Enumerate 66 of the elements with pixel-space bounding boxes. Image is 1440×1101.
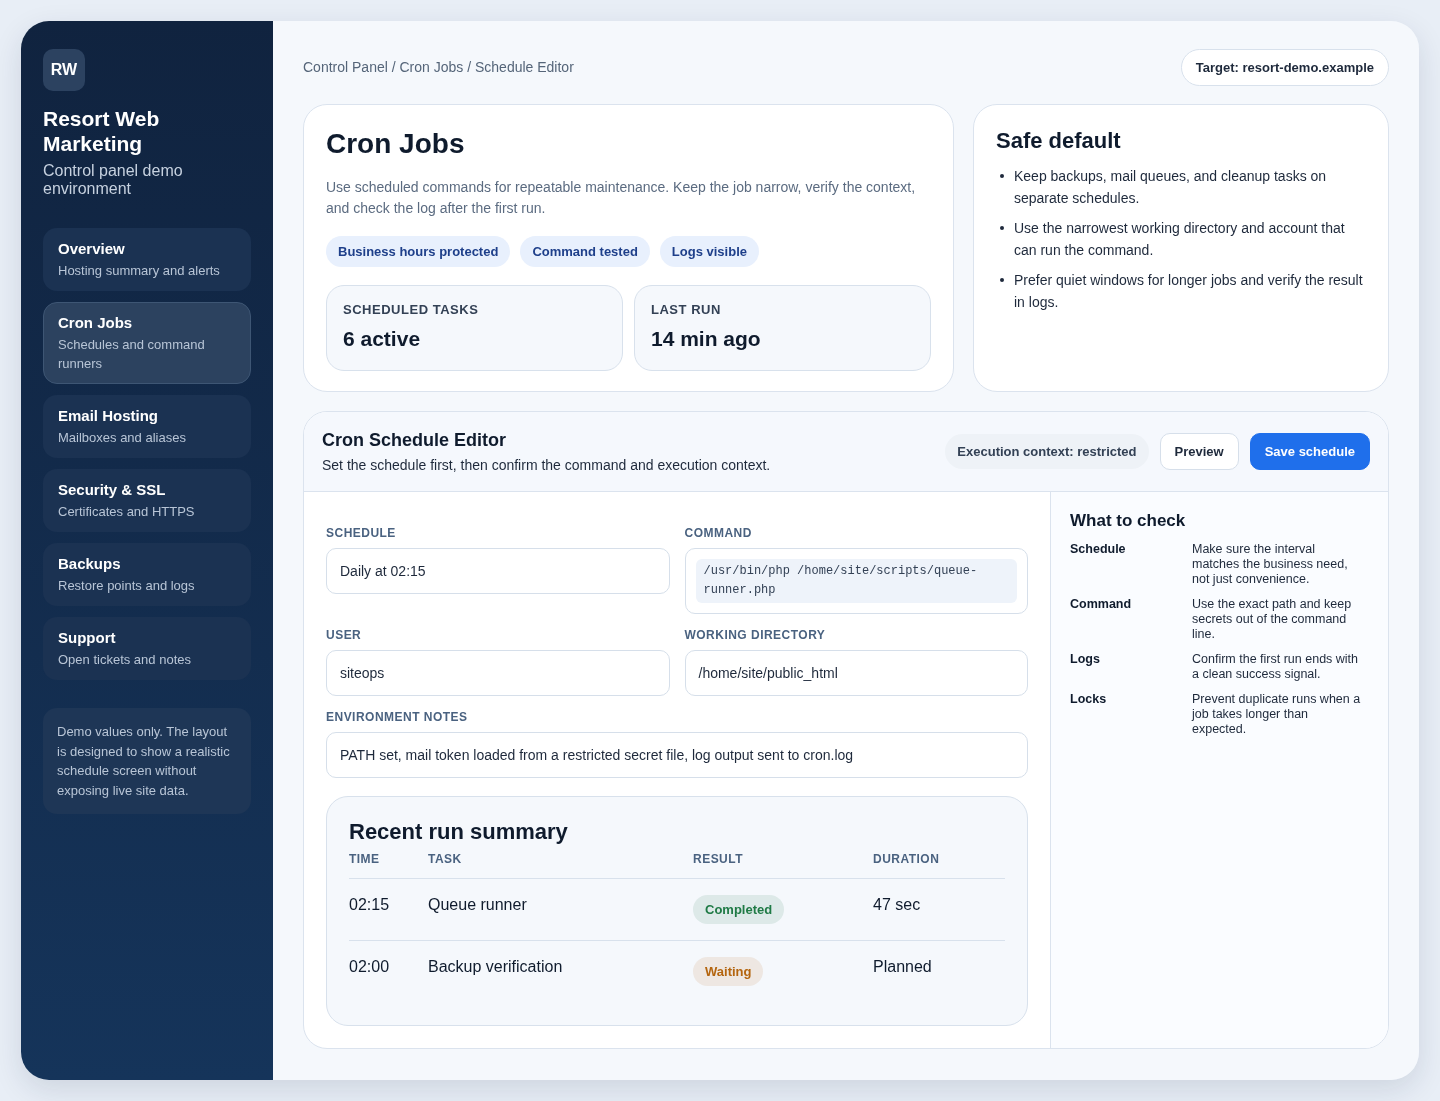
column-header: DURATION — [873, 852, 940, 866]
status-badge: Waiting — [693, 957, 764, 986]
brand-title: Resort Web Marketing — [43, 106, 161, 156]
bullet-icon — [1000, 226, 1004, 230]
column-header: RESULT — [693, 852, 743, 866]
nav-item[interactable]: Security & SSL Certificates and HTTPS — [43, 469, 251, 532]
run-duration: 47 sec — [873, 896, 921, 913]
status-badge: Completed — [693, 895, 785, 924]
check-term: Logs — [1070, 652, 1101, 668]
run-duration: Planned — [873, 958, 932, 975]
column-header: TASK — [428, 852, 462, 866]
tip-text: Prefer quiet windows for longer jobs and verify the result in logs. — [1014, 271, 1364, 312]
field-label: SCHEDULE — [326, 526, 397, 540]
tips-title: Safe default — [996, 127, 1122, 155]
check-term: Command — [1070, 597, 1133, 613]
target-chip: Target: resort-demo.example — [1180, 49, 1389, 86]
run-time: 02:15 — [349, 896, 390, 913]
checklist-title: What to check — [1070, 510, 1187, 532]
stat-label: LAST RUN — [651, 302, 722, 318]
page-title: Cron Jobs — [326, 127, 466, 161]
field-label: USER — [326, 628, 363, 642]
input-field[interactable]: PATH set, mail token loaded from a restricted secret file, log output sent to cron.log — [326, 732, 1028, 778]
editor-title: Cron Schedule Editor — [322, 429, 508, 451]
field-label: ENVIRONMENT NOTES — [326, 710, 469, 724]
command-field[interactable]: /usr/bin/php /home/site/scripts/queue-runner.php — [684, 548, 1028, 614]
tip-text: Keep backups, mail queues, and cleanup tasks on separate schedules. — [1014, 167, 1328, 208]
intro-description: Use scheduled commands for repeatable maintenance. Keep the job narrow, verify the context, and check the log after the first run. — [326, 178, 917, 218]
bullet-icon — [1000, 174, 1004, 178]
nav-item[interactable]: Support Open tickets and notes — [43, 617, 251, 680]
context-chip: Execution context: restricted — [945, 434, 1149, 469]
nav-item[interactable]: Email Hosting Mailboxes and aliases — [43, 395, 251, 458]
logo: RW — [43, 49, 85, 91]
column-header: TIME — [349, 852, 380, 866]
stat-value: 6 active — [343, 326, 422, 352]
editor-subtitle: Set the schedule first, then confirm the command and execution context. — [322, 456, 771, 474]
recent-runs-title: Recent run summary — [349, 818, 569, 846]
run-task: Backup verification — [428, 958, 563, 975]
check-description: Prevent duplicate runs when a job takes longer than expected. — [1192, 692, 1362, 737]
bullet-icon — [1000, 278, 1004, 282]
stat-label: SCHEDULED TASKS — [343, 302, 480, 318]
check-term: Locks — [1070, 692, 1108, 708]
code-block: /usr/bin/php /home/site/scripts/queue-runner.php — [695, 559, 1017, 603]
nav-item[interactable]: Cron Jobs Schedules and command runners — [43, 302, 251, 384]
check-description: Use the exact path and keep secrets out of the command line. — [1192, 597, 1353, 642]
save-button[interactable]: Save schedule — [1249, 433, 1370, 470]
field-label: COMMAND — [684, 526, 753, 540]
run-time: 02:00 — [349, 958, 390, 975]
input-field[interactable]: Daily at 02:15 — [326, 548, 670, 594]
field-label: WORKING DIRECTORY — [684, 628, 827, 642]
breadcrumb: Control Panel / Cron Jobs / Schedule Editor — [303, 58, 574, 77]
input-field[interactable]: siteops — [326, 650, 670, 696]
sidebar-note: Demo values only. The layout is designed to show a realistic schedule screen without exposing live site data. — [43, 708, 251, 814]
nav-item[interactable]: Backups Restore points and logs — [43, 543, 251, 606]
tag: Business hours protected — [326, 236, 511, 267]
tip-text: Use the narrowest working directory and account that can run the command. — [1014, 219, 1346, 260]
run-task: Queue runner — [428, 896, 527, 913]
check-description: Make sure the interval matches the business need, not just convenience. — [1192, 542, 1349, 587]
nav-item[interactable]: Overview Hosting summary and alerts — [43, 228, 251, 291]
tag: Logs visible — [659, 236, 759, 267]
preview-button[interactable]: Preview — [1159, 433, 1239, 470]
tag: Command tested — [520, 236, 650, 267]
check-description: Confirm the first run ends with a clean success signal. — [1192, 652, 1360, 682]
input-field[interactable]: /home/site/public_html — [684, 650, 1028, 696]
brand-subtitle: Control panel demo environment — [43, 162, 184, 198]
check-term: Schedule — [1070, 542, 1127, 558]
stat-value: 14 min ago — [651, 326, 762, 352]
